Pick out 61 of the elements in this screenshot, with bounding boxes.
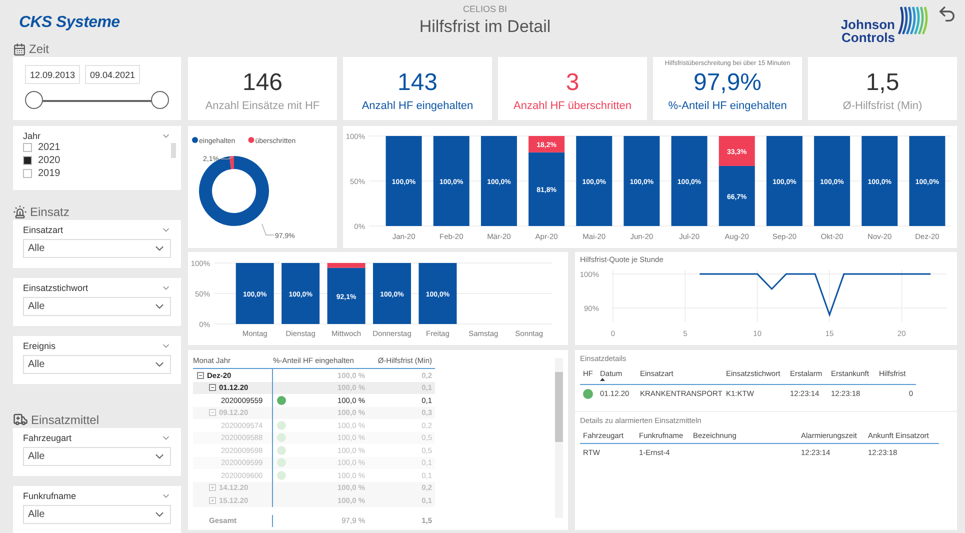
kpi-label: %-Anteil HF eingehalten (668, 99, 787, 114)
slider-handle[interactable] (25, 91, 43, 109)
status-dot (277, 420, 286, 430)
slicer-label: Jahr (23, 131, 41, 141)
sort-arrow-icon[interactable] (600, 378, 605, 381)
section-heading: Einsatz (30, 205, 70, 219)
section-heading: Zeit (29, 42, 50, 56)
collapse-icon[interactable] (197, 372, 204, 379)
kpi-label: Anzahl HF überschritten (514, 99, 632, 114)
status-dot (277, 458, 286, 468)
slider-handle[interactable] (151, 91, 169, 109)
ambulance-icon (13, 412, 28, 427)
dropdown-field[interactable]: Alle (23, 505, 171, 524)
calendar-icon (13, 43, 26, 56)
kpi-label: Anzahl Einsätze mit HF (205, 99, 320, 114)
kpi-value: 146 (242, 69, 283, 97)
date-range-slider[interactable] (25, 91, 169, 111)
dropdown-field[interactable]: Alle (23, 355, 171, 374)
leader-line (220, 156, 234, 160)
kpi-value: 97,9% (693, 69, 762, 97)
option-label: 2020 (38, 155, 60, 166)
back-icon[interactable] (937, 4, 957, 24)
kpi-label: Ø-Hilfsfrist (Min) (842, 99, 922, 114)
siren-icon (13, 205, 27, 219)
kpi-value: 3 (566, 69, 580, 97)
kpi-label: Anzahl HF eingehalten (362, 99, 474, 114)
checkbox[interactable] (23, 156, 32, 165)
option-label: 2021 (38, 142, 60, 153)
dropdown-field[interactable]: Alle (23, 239, 171, 258)
scrollbar-thumb[interactable] (555, 372, 563, 442)
app-name: CELIOS BI (462, 4, 507, 14)
checkbox[interactable] (23, 169, 32, 178)
expand-icon[interactable] (209, 496, 216, 504)
date-field[interactable]: 12.09.2013 (25, 65, 80, 84)
expand-icon[interactable] (209, 484, 216, 492)
slicer-label: Ereignis (23, 341, 56, 351)
kpi-value: 143 (397, 69, 438, 97)
logo-text: Johnson (840, 18, 895, 31)
leader-line (262, 224, 274, 236)
status-dot (277, 396, 286, 405)
page-title: Hilfsfrist im Detail (419, 17, 551, 37)
checkbox[interactable] (23, 143, 32, 152)
collapse-icon[interactable] (209, 409, 216, 416)
slicer-label: Fahrzeugart (23, 433, 72, 443)
dropdown-field[interactable]: Alle (23, 447, 171, 466)
brand-logo: CKS Systeme (19, 14, 120, 32)
section-heading: Einsatzmittel (31, 413, 100, 427)
date-field[interactable]: 09.04.2021 (85, 65, 140, 84)
status-dot (277, 433, 286, 442)
slicer-label: Einsatzart (23, 225, 64, 235)
option-label: 2019 (38, 168, 60, 179)
scrollbar-thumb[interactable] (171, 143, 176, 158)
logo-text: Controls (842, 31, 895, 44)
collapse-icon[interactable] (209, 384, 216, 392)
slicer-label: Funkrufname (23, 491, 76, 501)
kpi-value: 1,5 (866, 69, 900, 97)
scrollbar[interactable] (555, 358, 563, 518)
dropdown-field[interactable]: Alle (23, 297, 171, 316)
slicer-label: Einsatzstichwort (23, 283, 88, 293)
status-dot (277, 470, 286, 480)
status-dot (277, 446, 286, 455)
